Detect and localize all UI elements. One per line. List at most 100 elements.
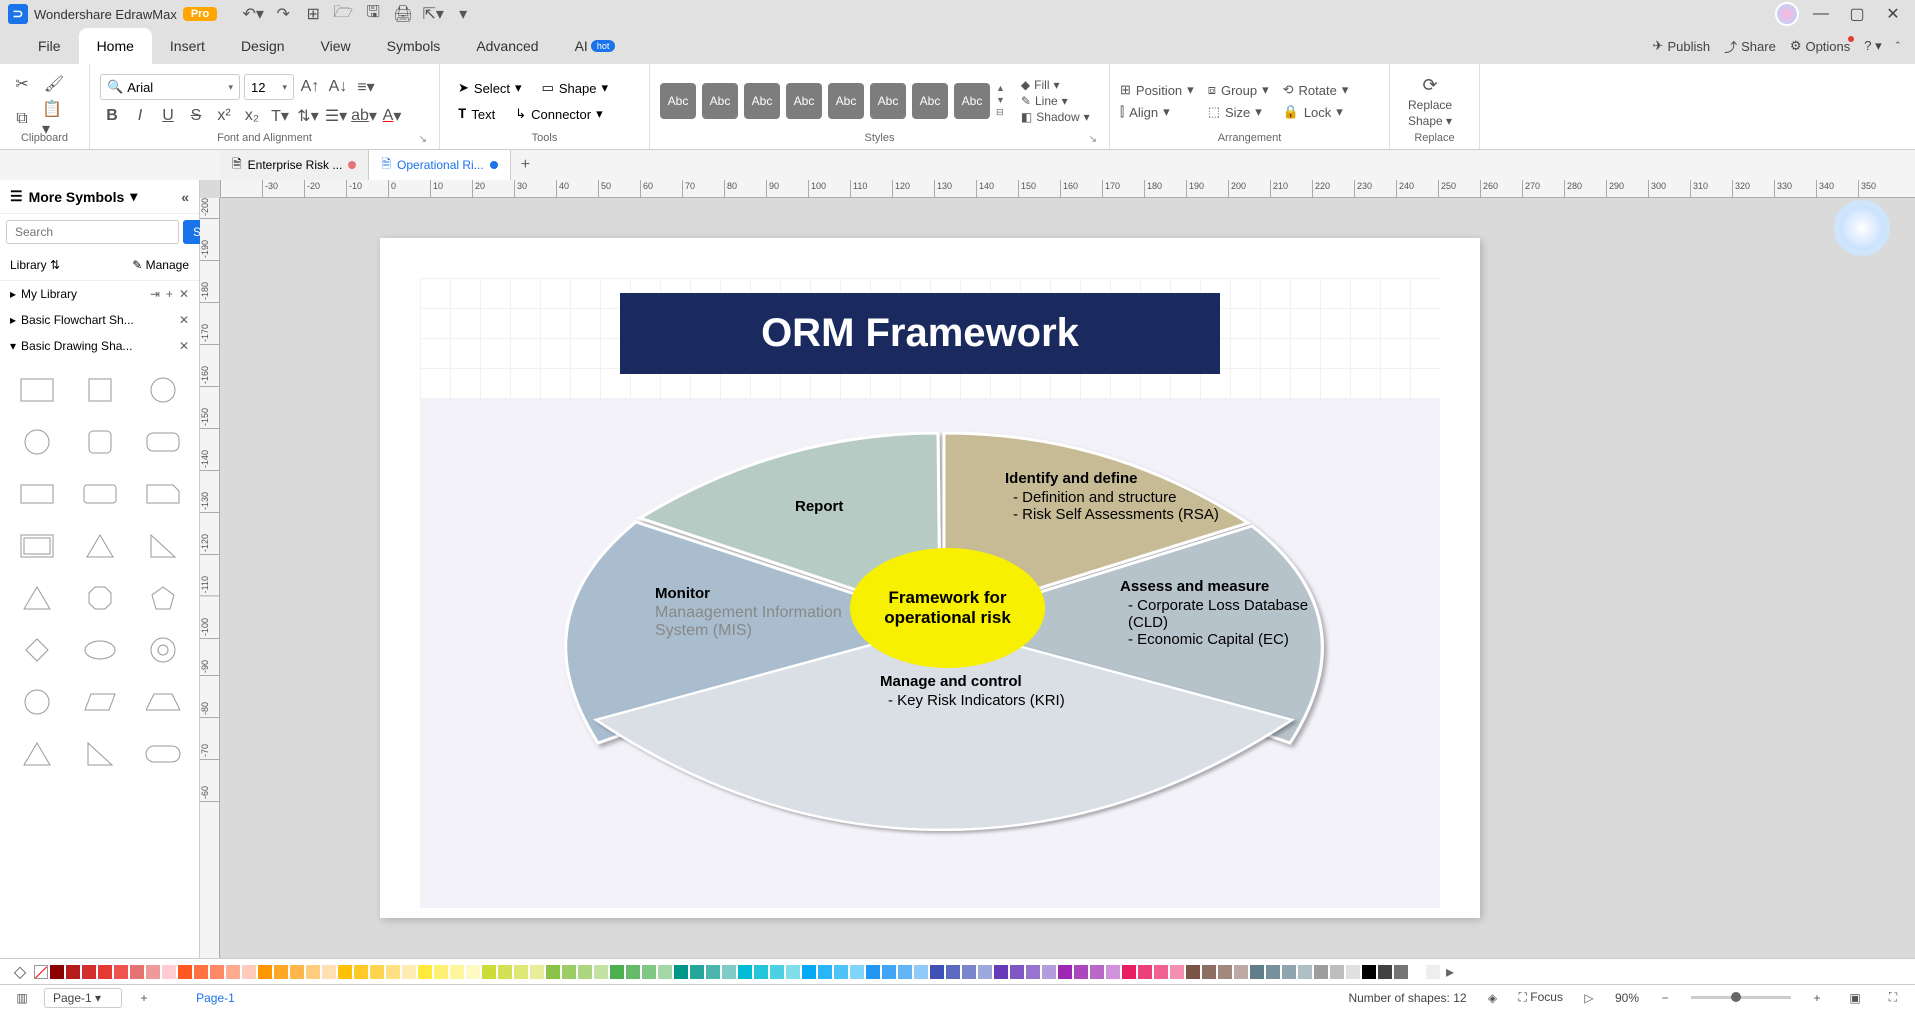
- layers-icon[interactable]: ◈: [1481, 986, 1505, 1010]
- shape-triangle3[interactable]: [10, 733, 63, 775]
- color-swatch[interactable]: [626, 965, 640, 979]
- color-swatch[interactable]: [1154, 965, 1168, 979]
- position-button[interactable]: ⊞ Position ▾: [1120, 82, 1194, 98]
- color-swatch[interactable]: [1042, 965, 1056, 979]
- color-swatch[interactable]: [418, 965, 432, 979]
- shape-rounded-rect[interactable]: [136, 421, 189, 463]
- rotate-button[interactable]: ⟲ Rotate ▾: [1283, 82, 1349, 98]
- color-swatch[interactable]: [1282, 965, 1296, 979]
- color-swatch[interactable]: [162, 965, 176, 979]
- size-button[interactable]: ⬚ Size ▾: [1208, 104, 1269, 120]
- close-icon[interactable]: ✕: [179, 339, 189, 353]
- style-swatch[interactable]: Abc: [786, 83, 822, 119]
- line-button[interactable]: ✎ Line ▾: [1021, 94, 1090, 108]
- color-swatch[interactable]: [1106, 965, 1120, 979]
- text-case-button[interactable]: T▾: [268, 104, 292, 128]
- connector-tool[interactable]: ↳ Connector ▾: [507, 103, 610, 125]
- color-swatch[interactable]: [546, 965, 560, 979]
- color-swatch[interactable]: [818, 965, 832, 979]
- font-color-button[interactable]: A▾: [380, 104, 404, 128]
- color-swatch[interactable]: [1346, 965, 1360, 979]
- focus-button[interactable]: ⛶ Focus: [1519, 990, 1563, 1005]
- style-swatch[interactable]: Abc: [828, 83, 864, 119]
- menu-advanced[interactable]: Advanced: [458, 28, 556, 64]
- center-ellipse[interactable]: Framework for operational risk: [850, 548, 1045, 668]
- text-highlight-button[interactable]: ab▾: [352, 104, 376, 128]
- close-icon[interactable]: ✕: [179, 313, 189, 327]
- color-swatch[interactable]: [322, 965, 336, 979]
- color-swatch[interactable]: [210, 965, 224, 979]
- add-tab-button[interactable]: +: [511, 151, 540, 179]
- color-swatch[interactable]: [1410, 965, 1424, 979]
- shape-triangle[interactable]: [73, 525, 126, 567]
- color-swatch[interactable]: [1058, 965, 1072, 979]
- color-swatch[interactable]: [82, 965, 96, 979]
- color-swatch[interactable]: [306, 965, 320, 979]
- lib-flowchart[interactable]: ▸ Basic Flowchart Sh...✕: [0, 307, 199, 333]
- export-button[interactable]: ⇱▾: [423, 4, 443, 24]
- undo-button[interactable]: ↶▾: [243, 4, 263, 24]
- menu-design[interactable]: Design: [223, 28, 303, 64]
- color-swatch[interactable]: [1394, 965, 1408, 979]
- color-swatch[interactable]: [850, 965, 864, 979]
- color-swatch[interactable]: [1378, 965, 1392, 979]
- color-swatch[interactable]: [258, 965, 272, 979]
- floating-assistant-avatar[interactable]: [1834, 200, 1890, 256]
- color-swatch[interactable]: [882, 965, 896, 979]
- color-swatch[interactable]: [1202, 965, 1216, 979]
- lib-my-library[interactable]: ▸ My Library⇥+✕: [0, 281, 199, 307]
- shape-diamond[interactable]: [10, 629, 63, 671]
- color-swatch[interactable]: [770, 965, 784, 979]
- color-swatch[interactable]: [754, 965, 768, 979]
- lib-drawing[interactable]: ▾ Basic Drawing Sha...✕: [0, 333, 199, 359]
- color-swatch[interactable]: [114, 965, 128, 979]
- increase-font-button[interactable]: A↑: [298, 75, 322, 99]
- color-swatch[interactable]: [578, 965, 592, 979]
- color-swatch[interactable]: [226, 965, 240, 979]
- color-swatch[interactable]: [690, 965, 704, 979]
- underline-button[interactable]: U: [156, 104, 180, 128]
- publish-button[interactable]: ✈Publish: [1653, 38, 1711, 54]
- qat-more[interactable]: ▾: [453, 4, 473, 24]
- style-more[interactable]: ⊟: [996, 107, 1005, 118]
- color-swatch[interactable]: [1314, 965, 1328, 979]
- font-size-select[interactable]: 12▾: [244, 74, 294, 100]
- segment-report[interactable]: Report: [795, 498, 843, 515]
- color-swatch[interactable]: [946, 965, 960, 979]
- color-swatch[interactable]: [562, 965, 576, 979]
- style-up[interactable]: ▲: [996, 83, 1005, 93]
- color-swatch[interactable]: [450, 965, 464, 979]
- menu-home[interactable]: Home: [79, 28, 152, 64]
- shape-ellipse[interactable]: [73, 629, 126, 671]
- shape-circle2[interactable]: [10, 421, 63, 463]
- color-swatch[interactable]: [738, 965, 752, 979]
- add-icon[interactable]: +: [166, 287, 173, 301]
- color-swatch[interactable]: [1026, 965, 1040, 979]
- page-selector[interactable]: Page-1 ▾: [44, 988, 122, 1008]
- options-button[interactable]: ⚙Options: [1790, 38, 1850, 54]
- font-family-select[interactable]: 🔍 Arial▾: [100, 74, 240, 100]
- color-swatch[interactable]: [1426, 965, 1440, 979]
- collapse-panel-icon[interactable]: «: [181, 189, 189, 205]
- present-icon[interactable]: ▷: [1577, 986, 1601, 1010]
- color-swatch[interactable]: [338, 965, 352, 979]
- color-swatch[interactable]: [674, 965, 688, 979]
- color-swatch[interactable]: [1330, 965, 1344, 979]
- color-swatch[interactable]: [962, 965, 976, 979]
- line-spacing-button[interactable]: ⇅▾: [296, 104, 320, 128]
- shape-rect3[interactable]: [73, 473, 126, 515]
- page-tab[interactable]: Page-1: [196, 991, 235, 1005]
- style-swatch[interactable]: Abc: [660, 83, 696, 119]
- user-avatar[interactable]: [1775, 2, 1799, 26]
- shape-octagon[interactable]: [73, 577, 126, 619]
- share-button[interactable]: ⤴Share: [1724, 37, 1776, 56]
- shape-trapezoid[interactable]: [136, 681, 189, 723]
- doc-tab-enterprise[interactable]: 🗎 Enterprise Risk ...: [220, 150, 369, 181]
- doc-tab-operational[interactable]: 🗎 Operational Ri...: [369, 150, 510, 181]
- color-swatch[interactable]: [1170, 965, 1184, 979]
- color-swatch[interactable]: [1090, 965, 1104, 979]
- minimize-button[interactable]: —: [1807, 3, 1835, 25]
- align-button[interactable]: ≡▾: [354, 75, 378, 99]
- color-swatch[interactable]: [594, 965, 608, 979]
- style-swatch[interactable]: Abc: [870, 83, 906, 119]
